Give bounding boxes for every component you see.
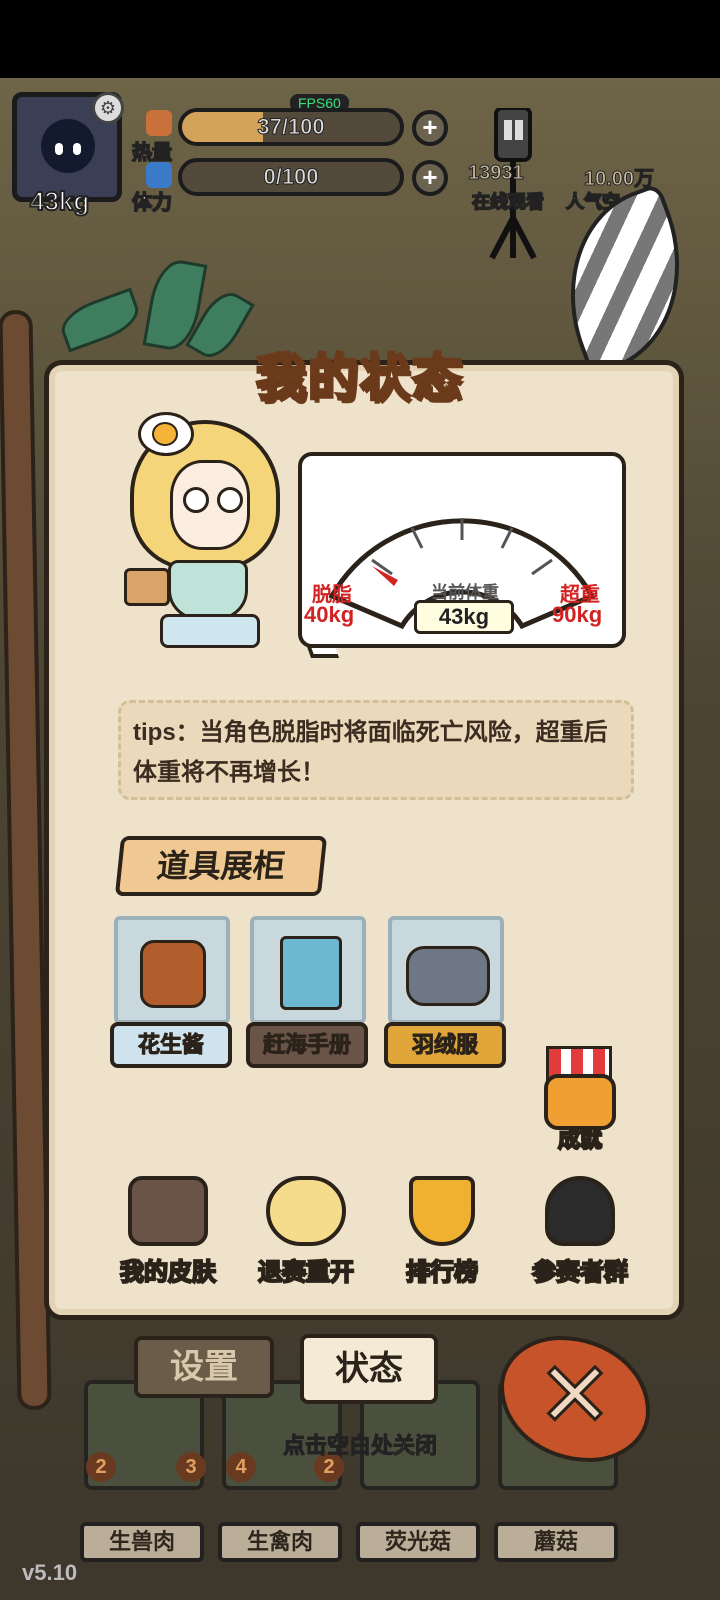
viewer-count: 13931: [468, 162, 525, 185]
bread-bag: [124, 568, 170, 606]
showcase-header: 道具展柜: [114, 836, 328, 896]
popularity-count: 10.00万: [583, 168, 655, 191]
status-bar: [0, 0, 720, 78]
participant-group-button[interactable]: 参赛者群: [510, 1176, 650, 1287]
close-hint: 点击空白处关闭: [282, 1433, 437, 1459]
gear-icon[interactable]: ⚙: [92, 92, 124, 124]
item-label: 花生酱: [110, 1022, 232, 1068]
book-icon: [280, 936, 342, 1010]
quit-restart-button[interactable]: 退赛重开: [236, 1176, 376, 1287]
character-icon: [266, 1176, 346, 1246]
quit-restart-label: 退赛重开: [257, 1258, 355, 1287]
version-label: v5.10: [22, 1560, 78, 1585]
add-heat-button[interactable]: +: [412, 110, 448, 146]
current-weight-value: 43kg: [414, 600, 514, 634]
heat-label: 热量: [131, 141, 173, 165]
weighing-scale: [160, 614, 260, 648]
stamina-bar: 0/100: [178, 158, 404, 196]
my-skins-label: 我的皮肤: [119, 1258, 217, 1287]
add-stamina-button[interactable]: +: [412, 160, 448, 196]
viewer-label: 在线观看: [471, 191, 545, 213]
max-weight-value: 90kg: [552, 602, 603, 627]
shirt-icon: [128, 1176, 208, 1246]
avatar-eye: [73, 143, 81, 155]
heat-value: 37/100: [257, 114, 325, 140]
egg-yolk: [152, 422, 178, 446]
leaderboard-label: 排行榜: [405, 1258, 479, 1287]
min-weight-value: 40kg: [304, 602, 355, 627]
achievement-label[interactable]: 成就: [540, 1122, 620, 1154]
character-face: [170, 460, 250, 550]
item-sea-handbook[interactable]: [250, 916, 366, 1024]
lightning-icon: [146, 162, 172, 188]
character-body: [168, 560, 248, 620]
inventory-name: 生兽肉: [80, 1522, 204, 1562]
stamina-value: 0/100: [263, 164, 319, 190]
trophy-icon: [409, 1176, 475, 1246]
tab-status[interactable]: 状态: [300, 1334, 438, 1404]
item-label: 赶海手册: [246, 1022, 368, 1068]
item-down-jacket[interactable]: [388, 916, 504, 1024]
inventory-name: 荧光菇: [356, 1522, 480, 1562]
leaderboard-button[interactable]: 排行榜: [372, 1176, 512, 1287]
jacket-icon: [406, 946, 490, 1006]
heat-icon: [146, 110, 172, 136]
glasses: [183, 487, 209, 513]
tab-settings[interactable]: 设置: [134, 1336, 274, 1398]
stamina-label: 体力: [131, 191, 173, 215]
tips-box: tips：当角色脱脂时将面临死亡风险，超重后体重将不再增长！: [118, 700, 634, 800]
penguin-icon: [545, 1176, 615, 1246]
inventory-name: 生禽肉: [218, 1522, 342, 1562]
avatar-face: [41, 119, 95, 173]
panel-title: 我的状态: [255, 349, 464, 408]
jar-icon: [140, 940, 206, 1008]
my-skins-button[interactable]: 我的皮肤: [98, 1176, 238, 1287]
inventory-name: 蘑菇: [494, 1522, 618, 1562]
item-label: 羽绒服: [384, 1022, 506, 1068]
participant-group-label: 参赛者群: [531, 1258, 629, 1287]
heat-bar: 37/100: [178, 108, 404, 146]
item-peanut-butter[interactable]: [114, 916, 230, 1024]
glasses: [217, 487, 243, 513]
avatar-eye: [55, 143, 63, 155]
hud-weight: 43kg: [29, 185, 90, 217]
